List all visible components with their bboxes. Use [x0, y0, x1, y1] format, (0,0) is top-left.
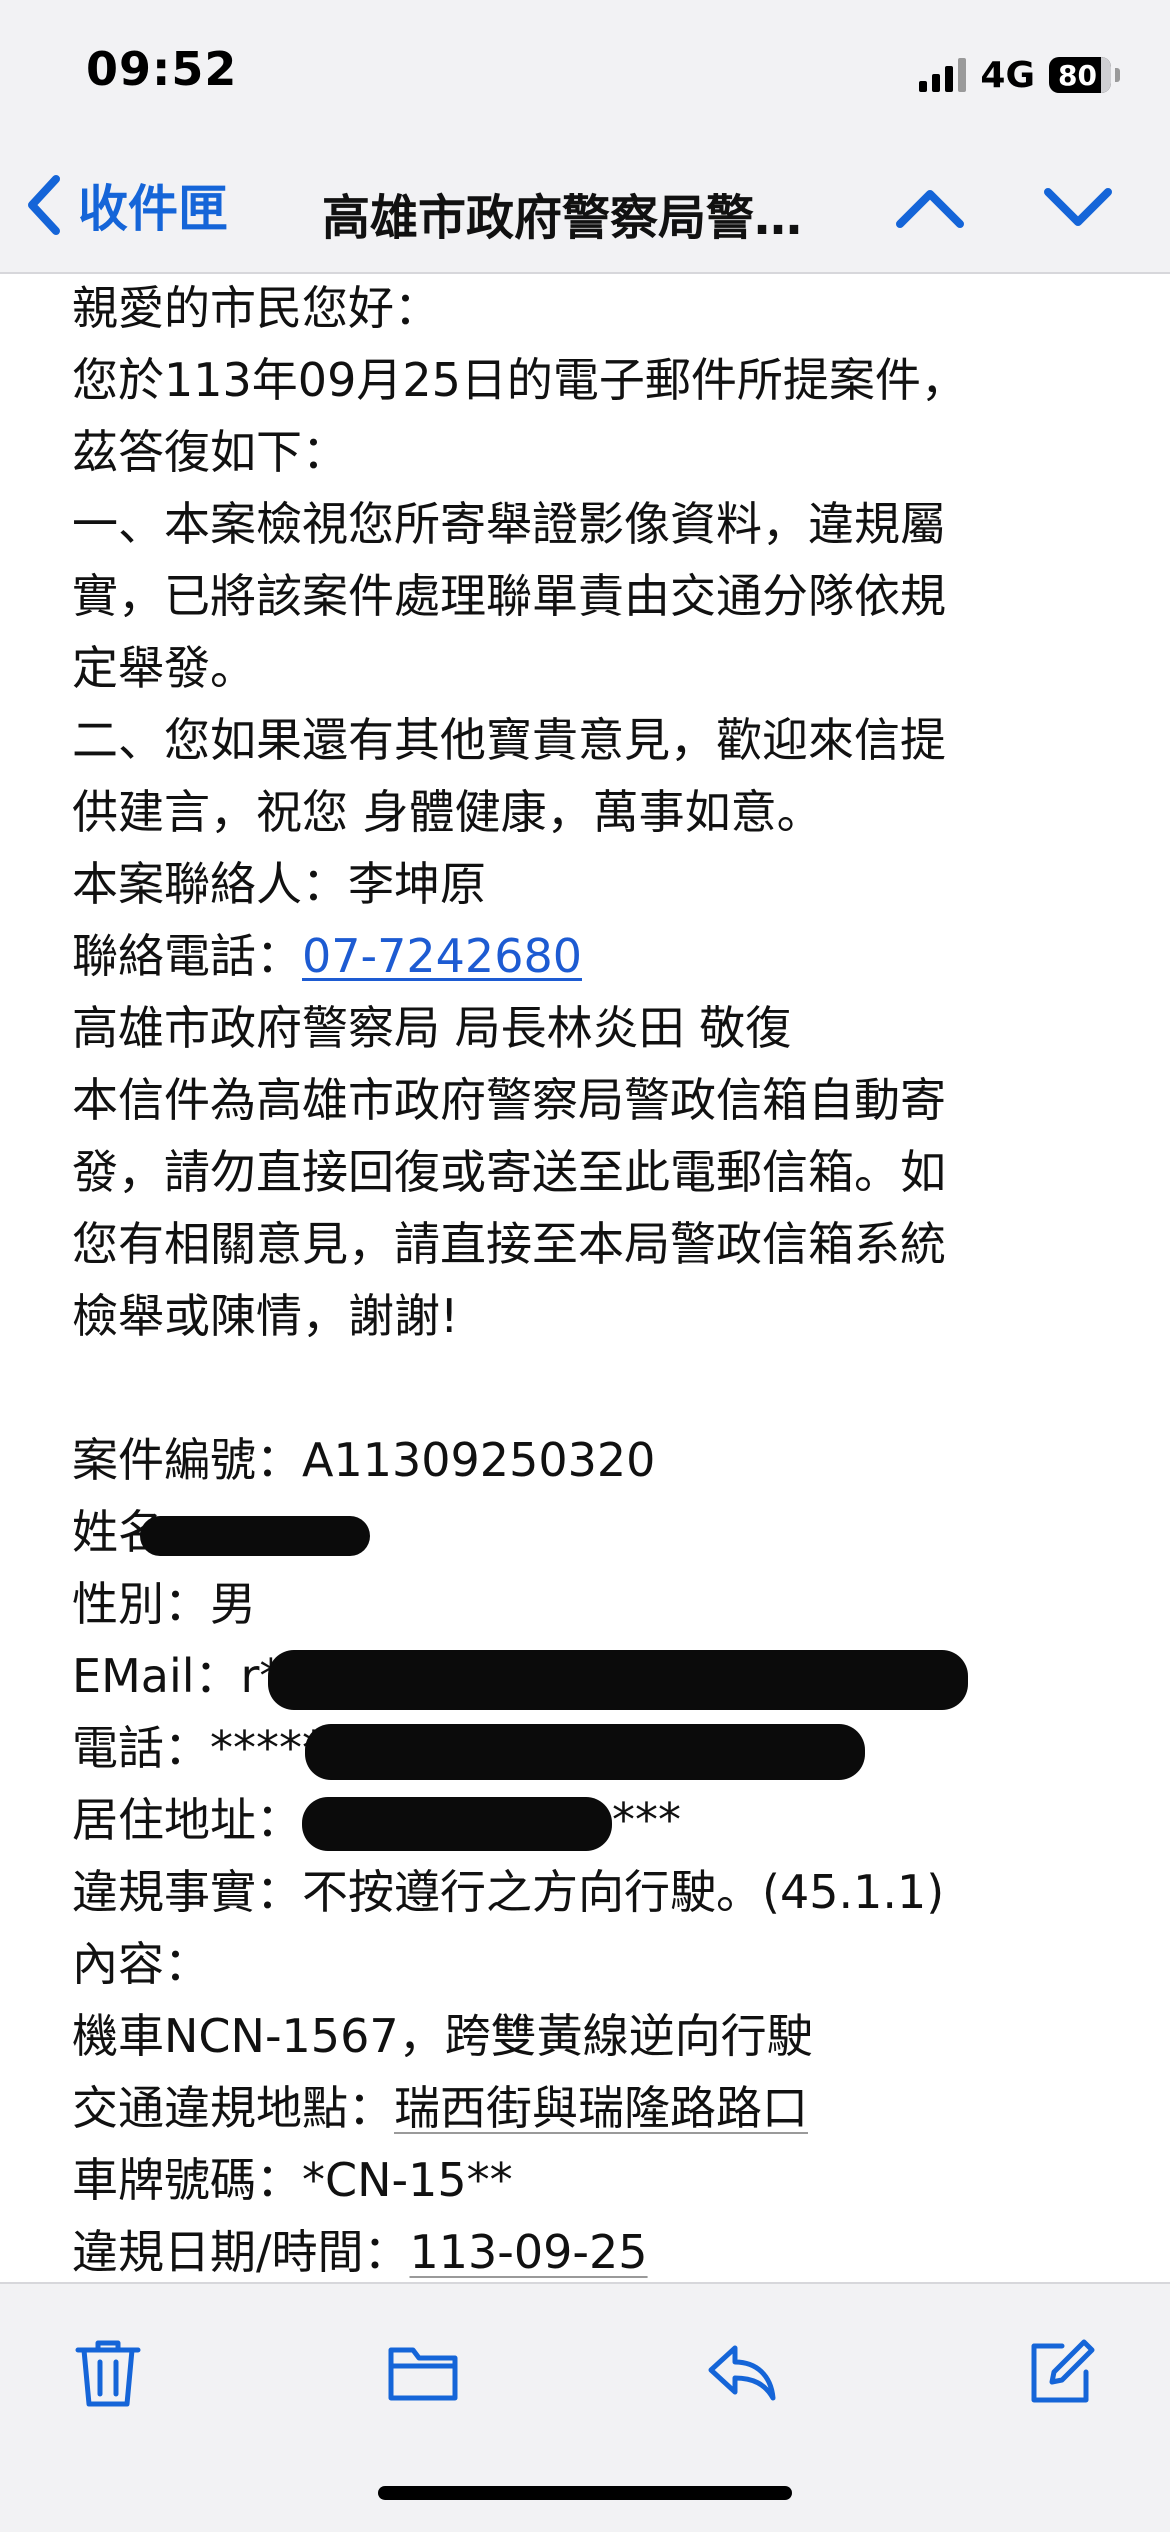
telephone-label: 電話：	[72, 1721, 210, 1775]
contact-phone: 聯絡電話：07-7242680	[72, 920, 1122, 992]
delete-button[interactable]	[60, 2324, 156, 2420]
notice-line: 您有相關意見，請直接至本局警政信箱系統	[72, 1217, 946, 1271]
reply-item-1: 實，已將該案件處理聯單責由交通分隊依規	[72, 569, 946, 623]
reply-button[interactable]	[693, 2324, 789, 2420]
plate-label: 車牌號碼：	[72, 2153, 302, 2207]
datetime-label: 違規日期/時間：	[72, 2225, 410, 2279]
email-body: 親愛的市民您好： 您於113年09月25日的電子郵件所提案件， 茲答復如下： 一…	[72, 272, 1122, 2282]
phone-label: 聯絡電話：	[72, 929, 302, 983]
date-link[interactable]: 113-09-25	[410, 2225, 648, 2279]
violation-row: 違規事實：不按遵行之方向行駛。(45.1.1)	[72, 1856, 1122, 1928]
battery-level: 80	[1058, 58, 1097, 92]
contact-label: 本案聯絡人：	[72, 857, 348, 911]
location-link[interactable]: 瑞西街與瑞隆路路口	[394, 2081, 808, 2135]
plate-value: *CN-15**	[302, 2153, 513, 2207]
address-row: 居住地址： ***	[72, 1784, 1122, 1856]
chevron-left-icon	[28, 175, 60, 235]
folder-icon	[388, 2347, 458, 2401]
address-label: 居住地址：	[72, 1793, 302, 1847]
status-time: 09:52	[86, 42, 238, 96]
gender-row: 性別：男	[72, 1568, 1122, 1640]
plate-row: 車牌號碼：*CN-15**	[72, 2144, 1122, 2216]
compose-button[interactable]	[1012, 2324, 1108, 2420]
email-label: EMail：	[72, 1649, 241, 1703]
notice-line: 檢舉或陳情，謝謝!	[72, 1289, 459, 1343]
reply-item-2: 供建言，祝您 身體健康，萬事如意。	[72, 785, 823, 839]
location-label: 交通違規地點：	[72, 2081, 394, 2135]
reply-item-2: 二、您如果還有其他寶貴意見，歡迎來信提	[72, 713, 946, 767]
chevron-up-icon	[896, 190, 964, 228]
cellular-signal-icon	[919, 58, 967, 92]
compose-icon	[1031, 2339, 1095, 2403]
redaction-mark	[140, 1515, 370, 1556]
mail-message-screen: 09:52 4G 80 收件匣 高雄市政府警察局警政信箱自動回覆	[0, 0, 1170, 2532]
datetime-row: 違規日期/時間：113-09-25	[72, 2216, 1122, 2282]
intro-line: 您於113年09月25日的電子郵件所提案件，	[72, 353, 967, 407]
chevron-down-icon	[1044, 188, 1112, 226]
previous-message-button[interactable]	[890, 176, 970, 240]
battery-icon: 80	[1049, 57, 1120, 93]
telephone-row: 電話：*****	[72, 1712, 1122, 1784]
reply-item-1: 一、本案檢視您所寄舉證影像資料，違規屬	[72, 497, 946, 551]
redaction-mark	[305, 1723, 865, 1780]
trash-icon	[75, 2340, 141, 2407]
contact-person: 本案聯絡人：李坤原	[72, 848, 1122, 920]
violation-value: 不按遵行之方向行駛。(45.1.1)	[302, 1865, 945, 1919]
notice-line: 本信件為高雄市政府警察局警政信箱自動寄	[72, 1073, 946, 1127]
network-type: 4G	[980, 54, 1035, 96]
phone-number-link[interactable]: 07-7242680	[302, 929, 582, 983]
contact-name: 李坤原	[348, 857, 486, 911]
redaction-mark	[302, 1796, 612, 1851]
move-to-folder-button[interactable]	[375, 2324, 471, 2420]
navigation-bar: 收件匣 高雄市政府警察局警政信箱自動回覆	[0, 150, 1170, 274]
home-indicator[interactable]	[378, 2486, 792, 2500]
email-row: EMail：r***	[72, 1640, 1122, 1712]
case-number-row: 案件編號：A11309250320	[72, 1424, 1122, 1496]
name-row: 姓名：	[72, 1496, 1122, 1568]
greeting: 親愛的市民您好：	[72, 281, 440, 335]
content-label: 內容：	[72, 1937, 210, 1991]
case-number: A11309250320	[302, 1433, 656, 1487]
back-to-inbox-button[interactable]: 收件匣	[22, 170, 228, 240]
back-label: 收件匣	[78, 180, 228, 238]
case-label: 案件編號：	[72, 1433, 302, 1487]
violation-label: 違規事實：	[72, 1865, 302, 1919]
location-row: 交通違規地點：瑞西街與瑞隆路路口	[72, 2072, 1122, 2144]
reply-icon	[708, 2345, 776, 2401]
gender-label: 性別：	[72, 1577, 210, 1631]
address-value-suffix: ***	[612, 1793, 681, 1847]
redaction-mark	[268, 1649, 969, 1710]
signature: 高雄市政府警察局 局長林炎田 敬復	[72, 1001, 792, 1055]
message-subject-title: 高雄市政府警察局警政信箱自動回覆	[322, 190, 842, 246]
status-indicators: 4G 80	[919, 52, 1120, 98]
notice-line: 發，請勿直接回復或寄送至此電郵信箱。如	[72, 1145, 946, 1199]
intro-line: 茲答復如下：	[72, 425, 348, 479]
status-bar: 09:52 4G 80	[0, 0, 1170, 150]
next-message-button[interactable]	[1038, 176, 1118, 240]
gender-value: 男	[210, 1577, 256, 1631]
content-value: 機車NCN-1567，跨雙黃線逆向行駛	[72, 2009, 813, 2063]
reply-item-1: 定舉發。	[72, 641, 256, 695]
